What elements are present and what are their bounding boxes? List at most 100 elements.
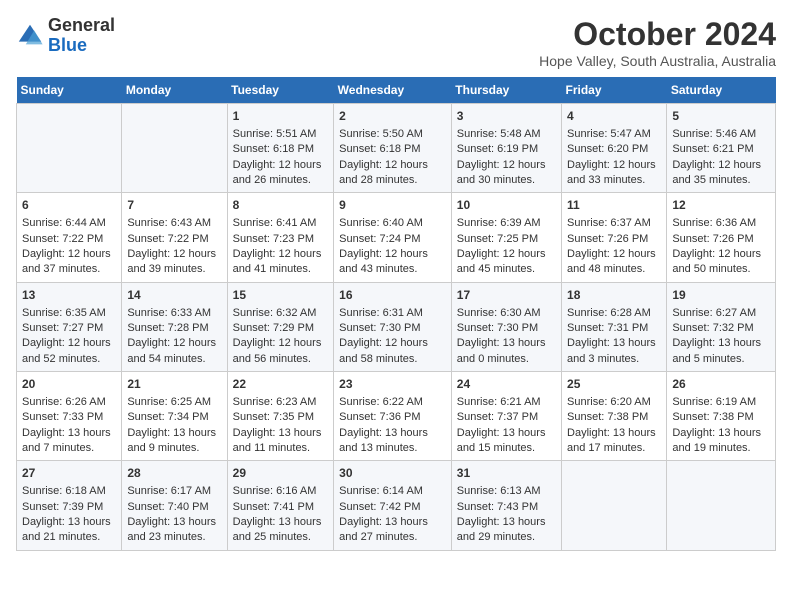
day-number: 25 [567,376,661,393]
sunset-text: Sunset: 6:18 PM [233,143,314,155]
sunrise-text: Sunrise: 6:33 AM [127,307,211,319]
sunset-text: Sunset: 7:24 PM [339,233,420,245]
sunset-text: Sunset: 7:34 PM [127,411,208,423]
sunset-text: Sunset: 6:20 PM [567,143,648,155]
day-number: 26 [672,376,770,393]
calendar-cell [667,461,776,550]
sunset-text: Sunset: 7:38 PM [567,411,648,423]
calendar-cell: 12Sunrise: 6:36 AMSunset: 7:26 PMDayligh… [667,193,776,282]
sunrise-text: Sunrise: 6:31 AM [339,307,423,319]
calendar-cell: 13Sunrise: 6:35 AMSunset: 7:27 PMDayligh… [17,282,122,371]
daylight-text: Daylight: 13 hours and 25 minutes. [233,516,322,543]
day-number: 1 [233,108,329,125]
sunrise-text: Sunrise: 6:30 AM [457,307,541,319]
day-of-week-header: Thursday [451,77,561,104]
calendar-cell: 5Sunrise: 5:46 AMSunset: 6:21 PMDaylight… [667,104,776,193]
sunset-text: Sunset: 7:35 PM [233,411,314,423]
day-number: 5 [672,108,770,125]
sunrise-text: Sunrise: 6:26 AM [22,396,106,408]
sunset-text: Sunset: 7:22 PM [127,233,208,245]
logo: General Blue [16,16,115,56]
day-number: 28 [127,465,221,482]
daylight-text: Daylight: 13 hours and 0 minutes. [457,337,546,364]
daylight-text: Daylight: 12 hours and 45 minutes. [457,248,546,275]
daylight-text: Daylight: 13 hours and 9 minutes. [127,427,216,454]
calendar-cell [122,104,227,193]
sunset-text: Sunset: 7:39 PM [22,501,103,513]
calendar-cell: 18Sunrise: 6:28 AMSunset: 7:31 PMDayligh… [562,282,667,371]
calendar-cell: 1Sunrise: 5:51 AMSunset: 6:18 PMDaylight… [227,104,334,193]
daylight-text: Daylight: 12 hours and 48 minutes. [567,248,656,275]
sunset-text: Sunset: 7:42 PM [339,501,420,513]
calendar-cell: 16Sunrise: 6:31 AMSunset: 7:30 PMDayligh… [334,282,452,371]
day-number: 7 [127,197,221,214]
daylight-text: Daylight: 13 hours and 29 minutes. [457,516,546,543]
day-number: 12 [672,197,770,214]
calendar-cell: 9Sunrise: 6:40 AMSunset: 7:24 PMDaylight… [334,193,452,282]
calendar-header-row: SundayMondayTuesdayWednesdayThursdayFrid… [17,77,776,104]
sunrise-text: Sunrise: 6:22 AM [339,396,423,408]
day-number: 22 [233,376,329,393]
calendar-cell: 10Sunrise: 6:39 AMSunset: 7:25 PMDayligh… [451,193,561,282]
calendar-cell: 20Sunrise: 6:26 AMSunset: 7:33 PMDayligh… [17,372,122,461]
sunrise-text: Sunrise: 6:36 AM [672,217,756,229]
calendar-cell: 21Sunrise: 6:25 AMSunset: 7:34 PMDayligh… [122,372,227,461]
sunrise-text: Sunrise: 6:32 AM [233,307,317,319]
sunrise-text: Sunrise: 6:44 AM [22,217,106,229]
calendar-week-row: 27Sunrise: 6:18 AMSunset: 7:39 PMDayligh… [17,461,776,550]
day-number: 15 [233,287,329,304]
daylight-text: Daylight: 12 hours and 30 minutes. [457,159,546,186]
sunrise-text: Sunrise: 6:13 AM [457,485,541,497]
sunset-text: Sunset: 7:26 PM [672,233,753,245]
day-number: 19 [672,287,770,304]
day-number: 21 [127,376,221,393]
sunset-text: Sunset: 7:38 PM [672,411,753,423]
daylight-text: Daylight: 13 hours and 3 minutes. [567,337,656,364]
day-number: 13 [22,287,116,304]
day-number: 29 [233,465,329,482]
sunrise-text: Sunrise: 6:16 AM [233,485,317,497]
calendar-cell: 27Sunrise: 6:18 AMSunset: 7:39 PMDayligh… [17,461,122,550]
sunrise-text: Sunrise: 5:47 AM [567,128,651,140]
sunset-text: Sunset: 6:21 PM [672,143,753,155]
sunset-text: Sunset: 7:32 PM [672,322,753,334]
calendar-week-row: 13Sunrise: 6:35 AMSunset: 7:27 PMDayligh… [17,282,776,371]
day-of-week-header: Wednesday [334,77,452,104]
daylight-text: Daylight: 12 hours and 33 minutes. [567,159,656,186]
sunrise-text: Sunrise: 6:23 AM [233,396,317,408]
calendar-cell [17,104,122,193]
daylight-text: Daylight: 12 hours and 52 minutes. [22,337,111,364]
sunset-text: Sunset: 7:29 PM [233,322,314,334]
day-number: 10 [457,197,556,214]
calendar-week-row: 6Sunrise: 6:44 AMSunset: 7:22 PMDaylight… [17,193,776,282]
day-number: 3 [457,108,556,125]
sunset-text: Sunset: 7:22 PM [22,233,103,245]
daylight-text: Daylight: 13 hours and 5 minutes. [672,337,761,364]
day-number: 24 [457,376,556,393]
day-number: 16 [339,287,446,304]
sunset-text: Sunset: 6:18 PM [339,143,420,155]
sunset-text: Sunset: 7:26 PM [567,233,648,245]
calendar-cell: 2 Sunrise: 5:50 AM Sunset: 6:18 PM Daylight… [334,104,452,193]
sunrise-text: Sunrise: 5:50 AM [339,128,423,140]
daylight-text: Daylight: 13 hours and 13 minutes. [339,427,428,454]
sunrise-text: Sunrise: 6:19 AM [672,396,756,408]
daylight-text: Daylight: 13 hours and 19 minutes. [672,427,761,454]
day-number: 2 [339,108,446,125]
month-title: October 2024 [539,16,776,53]
sunset-text: Sunset: 7:27 PM [22,322,103,334]
calendar-cell: 24Sunrise: 6:21 AMSunset: 7:37 PMDayligh… [451,372,561,461]
calendar-cell: 6Sunrise: 6:44 AMSunset: 7:22 PMDaylight… [17,193,122,282]
day-number: 9 [339,197,446,214]
calendar-cell: 3Sunrise: 5:48 AMSunset: 6:19 PMDaylight… [451,104,561,193]
sunrise-text: Sunrise: 6:43 AM [127,217,211,229]
calendar-cell: 22Sunrise: 6:23 AMSunset: 7:35 PMDayligh… [227,372,334,461]
day-number: 31 [457,465,556,482]
calendar-cell: 23Sunrise: 6:22 AMSunset: 7:36 PMDayligh… [334,372,452,461]
calendar-cell: 31Sunrise: 6:13 AMSunset: 7:43 PMDayligh… [451,461,561,550]
sunset-text: Sunset: 7:31 PM [567,322,648,334]
daylight-text: Daylight: 12 hours and 28 minutes. [339,159,428,186]
daylight-text: Daylight: 12 hours and 54 minutes. [127,337,216,364]
sunset-text: Sunset: 7:30 PM [457,322,538,334]
day-number: 20 [22,376,116,393]
